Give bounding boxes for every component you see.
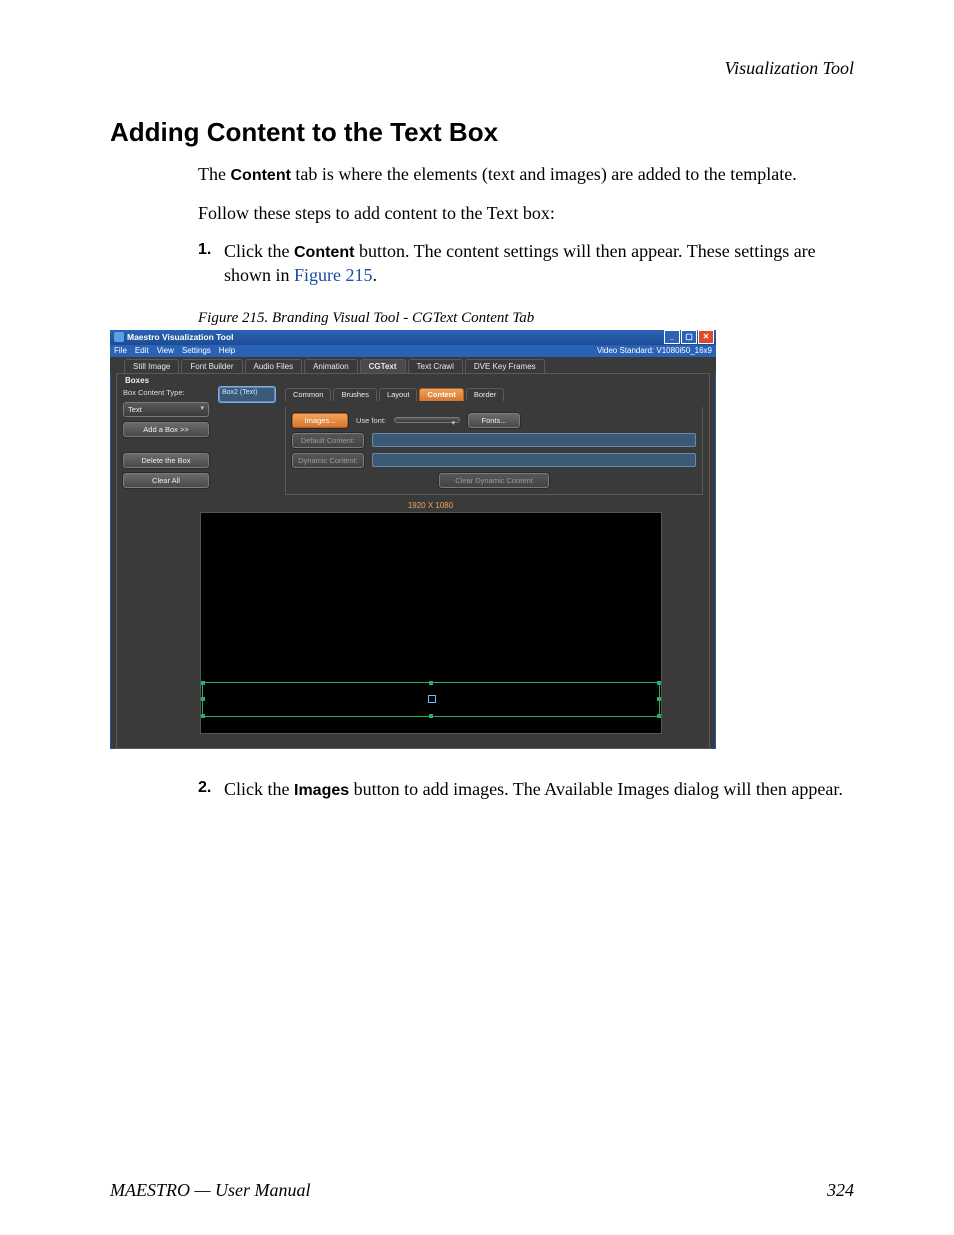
section-title: Adding Content to the Text Box bbox=[110, 117, 854, 148]
sub-tab-layout[interactable]: Layout bbox=[379, 388, 418, 401]
intro-bold-content: Content bbox=[230, 167, 290, 184]
box-content-type-label: Box Content Type: bbox=[123, 388, 185, 397]
resize-handle-r[interactable] bbox=[657, 697, 661, 701]
menu-edit[interactable]: Edit bbox=[135, 346, 149, 355]
step-1-number: 1. bbox=[198, 239, 211, 261]
step-2-bold: Images bbox=[294, 782, 349, 799]
minimize-button[interactable]: _ bbox=[664, 330, 680, 344]
cgtext-panel: Boxes Box Content Type: Text Add a Box >… bbox=[116, 373, 710, 749]
box-content-type-field[interactable]: Box2 (Text) bbox=[219, 387, 275, 402]
footer-page-number: 324 bbox=[827, 1180, 854, 1201]
maximize-button[interactable]: ▢ bbox=[681, 330, 697, 344]
sub-tab-brushes[interactable]: Brushes bbox=[333, 388, 377, 401]
footer-doc-title: MAESTRO — User Manual bbox=[110, 1180, 827, 1201]
boxes-panel-title: Boxes bbox=[125, 376, 703, 385]
window-title: Maestro Visualization Tool bbox=[127, 332, 233, 342]
clear-dynamic-button[interactable]: Clear Dynamic Content bbox=[439, 473, 549, 488]
resize-handle-tl[interactable] bbox=[201, 681, 205, 685]
step-1: 1. Click the Content button. The content… bbox=[198, 239, 854, 288]
step-1-bold: Content bbox=[294, 244, 354, 261]
menu-view[interactable]: View bbox=[157, 346, 174, 355]
intro-text-b: tab is where the elements (text and imag… bbox=[291, 164, 797, 184]
canvas-resolution-label: 1920 X 1080 bbox=[183, 501, 678, 510]
tab-still-image[interactable]: Still Image bbox=[124, 359, 179, 373]
use-font-dropdown[interactable] bbox=[394, 417, 460, 423]
figure-caption: Figure 215. Branding Visual Tool - CGTex… bbox=[198, 310, 854, 327]
images-button[interactable]: Images... bbox=[292, 413, 348, 428]
canvas-area: 1920 X 1080 bbox=[183, 501, 678, 734]
anchor-marker[interactable] bbox=[428, 695, 436, 703]
dynamic-content-field[interactable] bbox=[372, 453, 696, 467]
step-1-c: . bbox=[373, 265, 378, 285]
step-2: 2. Click the Images button to add images… bbox=[198, 777, 854, 802]
tab-cgtext[interactable]: CGText bbox=[360, 359, 406, 373]
boxes-column: Box Content Type: Text Add a Box >> Dele… bbox=[123, 388, 209, 495]
resize-handle-br[interactable] bbox=[657, 714, 661, 718]
close-button[interactable]: ✕ bbox=[698, 330, 714, 344]
tab-dve-key-frames[interactable]: DVE Key Frames bbox=[465, 359, 545, 373]
tab-font-builder[interactable]: Font Builder bbox=[181, 359, 242, 373]
default-content-field[interactable] bbox=[372, 433, 696, 447]
resize-handle-b[interactable] bbox=[429, 714, 433, 718]
running-head: Visualization Tool bbox=[110, 58, 854, 79]
titlebar: Maestro Visualization Tool _ ▢ ✕ bbox=[110, 330, 716, 345]
sub-tab-border[interactable]: Border bbox=[466, 388, 505, 401]
menu-settings[interactable]: Settings bbox=[182, 346, 211, 355]
tab-audio-files[interactable]: Audio Files bbox=[245, 359, 303, 373]
use-font-label: Use font: bbox=[356, 416, 386, 425]
selection-box[interactable] bbox=[202, 682, 660, 717]
app-window: Maestro Visualization Tool _ ▢ ✕ File Ed… bbox=[110, 330, 716, 749]
text-dropdown[interactable]: Text bbox=[123, 402, 209, 417]
menu-file[interactable]: File bbox=[114, 346, 127, 355]
preview-canvas[interactable] bbox=[200, 512, 662, 734]
content-sub-panel: Images... Use font: Fonts... Default Con… bbox=[285, 407, 703, 495]
dynamic-content-button[interactable]: Dynamic Content: bbox=[292, 453, 364, 468]
step-1-a: Click the bbox=[224, 241, 294, 261]
content-settings: Common Brushes Layout Content Border Ima… bbox=[285, 388, 703, 495]
sub-tab-common[interactable]: Common bbox=[285, 388, 331, 401]
intro-p2: Follow these steps to add content to the… bbox=[198, 201, 854, 225]
step-2-number: 2. bbox=[198, 777, 211, 799]
sub-tab-content[interactable]: Content bbox=[419, 388, 463, 401]
step-2-b: button to add images. The Available Imag… bbox=[349, 779, 843, 799]
page-footer: MAESTRO — User Manual 324 bbox=[110, 1180, 854, 1201]
figure-link-215[interactable]: Figure 215 bbox=[294, 265, 373, 285]
tab-animation[interactable]: Animation bbox=[304, 359, 358, 373]
step-2-a: Click the bbox=[224, 779, 294, 799]
menu-help[interactable]: Help bbox=[219, 346, 235, 355]
tab-text-crawl[interactable]: Text Crawl bbox=[408, 359, 463, 373]
video-standard-label: Video Standard: V1080i50_16x9 bbox=[597, 346, 712, 355]
app-icon bbox=[114, 332, 124, 342]
delete-box-button[interactable]: Delete the Box bbox=[123, 453, 209, 468]
resize-handle-bl[interactable] bbox=[201, 714, 205, 718]
intro-text-a: The bbox=[198, 164, 230, 184]
default-content-button[interactable]: Default Content: bbox=[292, 433, 364, 448]
clear-all-button[interactable]: Clear All bbox=[123, 473, 209, 488]
resize-handle-t[interactable] bbox=[429, 681, 433, 685]
resize-handle-tr[interactable] bbox=[657, 681, 661, 685]
resize-handle-l[interactable] bbox=[201, 697, 205, 701]
main-tabs: Still Image Font Builder Audio Files Ani… bbox=[110, 357, 716, 373]
menu-bar: File Edit View Settings Help Video Stand… bbox=[110, 345, 716, 357]
sub-tabs: Common Brushes Layout Content Border bbox=[285, 388, 703, 401]
body-text: The Content tab is where the elements (t… bbox=[198, 162, 854, 288]
fonts-button[interactable]: Fonts... bbox=[468, 413, 520, 428]
add-box-button[interactable]: Add a Box >> bbox=[123, 422, 209, 437]
